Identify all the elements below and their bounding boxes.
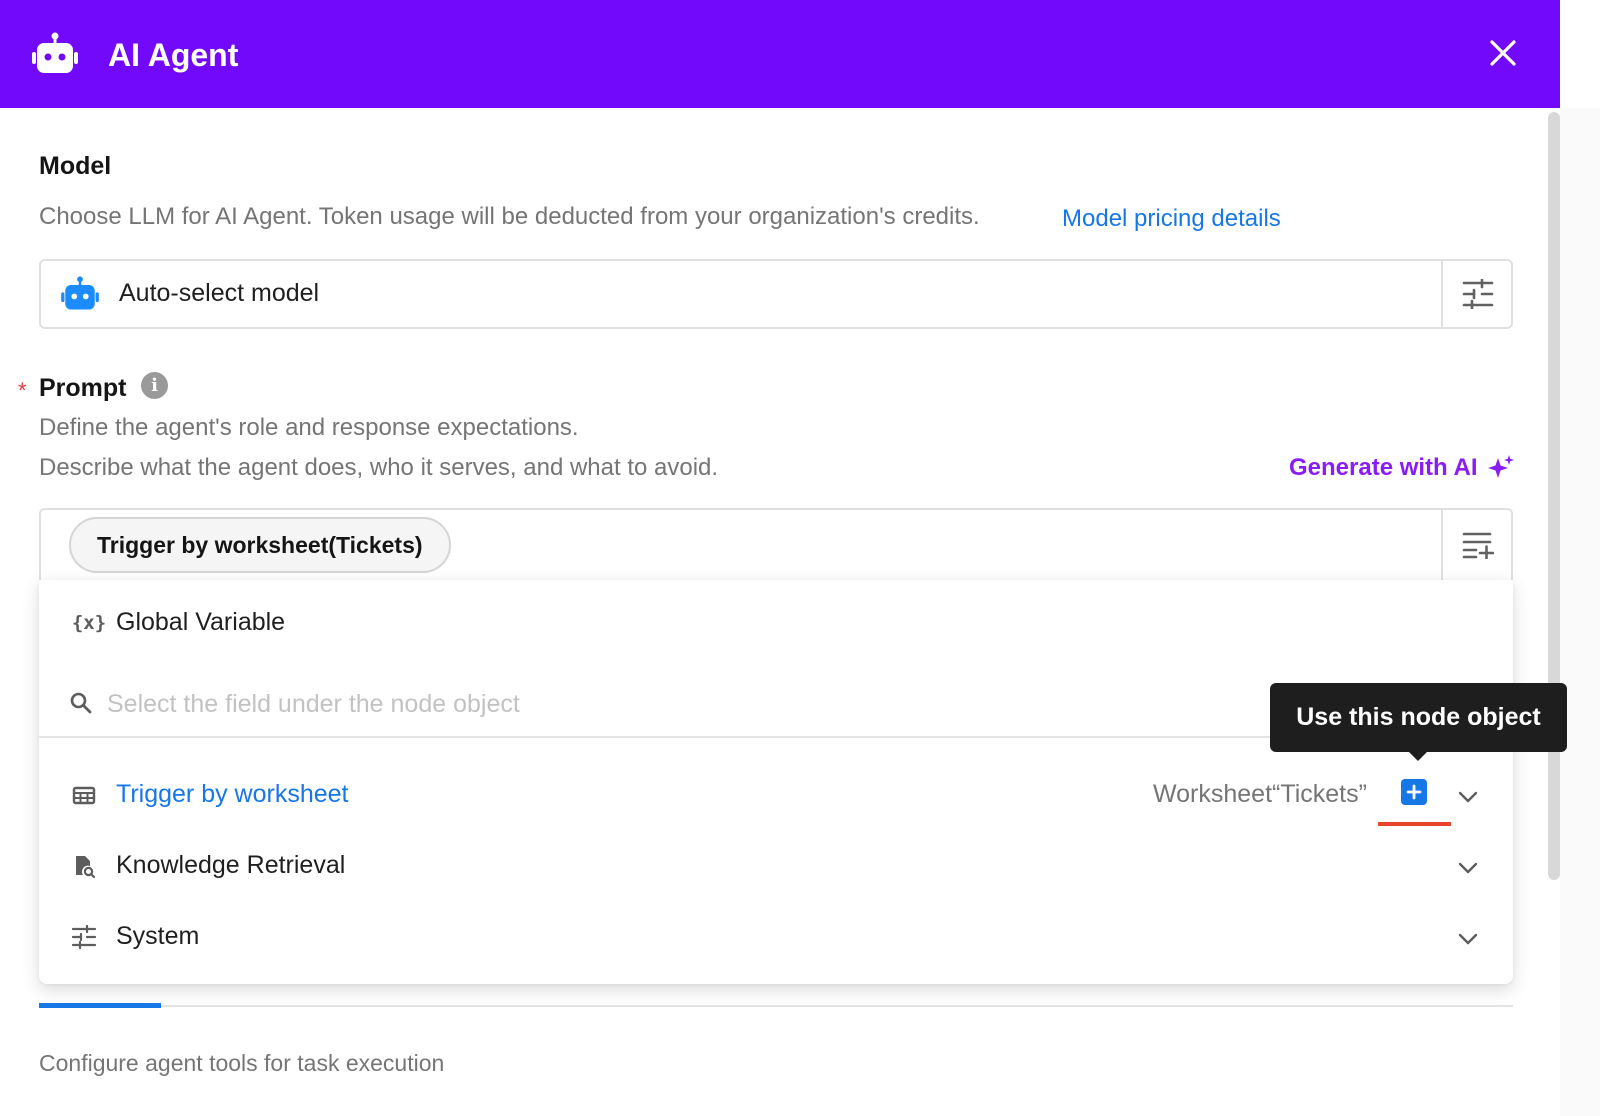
prompt-description-1: Define the agent's role and response exp… bbox=[39, 414, 579, 441]
node-item-label: Trigger by worksheet bbox=[116, 780, 349, 808]
tabs-divider bbox=[39, 1005, 1513, 1007]
global-variable-item[interactable]: {x} Global Variable bbox=[39, 594, 1513, 654]
document-search-icon bbox=[76, 856, 96, 879]
table-icon bbox=[72, 786, 96, 805]
global-variable-label: Global Variable bbox=[116, 608, 286, 636]
search-input[interactable] bbox=[107, 684, 1207, 724]
close-icon[interactable] bbox=[1486, 36, 1520, 70]
node-item-knowledge[interactable]: Knowledge Retrieval bbox=[39, 837, 1513, 897]
insert-variable-icon bbox=[1462, 532, 1494, 559]
variable-chip[interactable]: Trigger by worksheet(Tickets) bbox=[69, 517, 451, 573]
dialog-title: AI Agent bbox=[108, 37, 239, 73]
model-description: Choose LLM for AI Agent. Token usage wil… bbox=[39, 203, 980, 230]
prompt-description-2: Describe what the agent does, who it ser… bbox=[39, 454, 719, 481]
prompt-editor[interactable]: Trigger by worksheet(Tickets) bbox=[39, 508, 1513, 588]
variable-dropdown: {x} Global Variable Trigger by worksheet… bbox=[39, 580, 1513, 984]
plus-icon bbox=[1406, 784, 1422, 800]
sparkle-icon bbox=[1488, 455, 1515, 478]
node-item-system[interactable]: System bbox=[39, 908, 1513, 968]
generate-with-ai-button[interactable]: Generate with AI bbox=[1289, 454, 1515, 482]
sliders-icon bbox=[71, 924, 97, 950]
model-select[interactable]: Auto-select model bbox=[39, 259, 1513, 329]
variable-icon: {x} bbox=[71, 612, 107, 634]
model-section-title: Model bbox=[39, 152, 112, 180]
chevron-down-icon[interactable] bbox=[1455, 855, 1481, 881]
chevron-down-icon[interactable] bbox=[1455, 926, 1481, 952]
prompt-section-title: Prompt bbox=[39, 374, 127, 402]
tooltip-arrow bbox=[1408, 751, 1428, 761]
info-icon[interactable]: i bbox=[141, 372, 168, 399]
worksheet-tag: Worksheet“Tickets” bbox=[1153, 780, 1367, 808]
scrollbar-track[interactable] bbox=[1560, 108, 1600, 1116]
node-item-label: Knowledge Retrieval bbox=[116, 851, 346, 879]
search-icon bbox=[70, 692, 92, 714]
generate-with-ai-label: Generate with AI bbox=[1289, 454, 1478, 481]
insert-variable-button[interactable] bbox=[1443, 510, 1513, 580]
node-item-label: System bbox=[116, 922, 200, 950]
model-pricing-link[interactable]: Model pricing details bbox=[1062, 205, 1281, 233]
scrollbar-thumb[interactable] bbox=[1548, 112, 1560, 880]
model-settings-button[interactable] bbox=[1443, 261, 1513, 327]
tools-description: Configure agent tools for task execution bbox=[39, 1050, 445, 1076]
active-tab-indicator bbox=[39, 1003, 161, 1008]
required-mark: * bbox=[18, 378, 27, 403]
robot-icon bbox=[61, 276, 99, 310]
annotation-underline bbox=[1378, 822, 1451, 826]
use-node-object-button[interactable] bbox=[1401, 779, 1427, 805]
robot-icon bbox=[32, 32, 78, 73]
node-item-trigger[interactable]: Trigger by worksheet Worksheet“Tickets” bbox=[39, 766, 1513, 826]
dialog-header: AI Agent bbox=[0, 0, 1560, 108]
sliders-icon bbox=[1462, 279, 1494, 309]
selected-model: Auto-select model bbox=[119, 279, 320, 307]
chevron-down-icon[interactable] bbox=[1455, 784, 1481, 810]
tooltip: Use this node object bbox=[1270, 683, 1567, 752]
